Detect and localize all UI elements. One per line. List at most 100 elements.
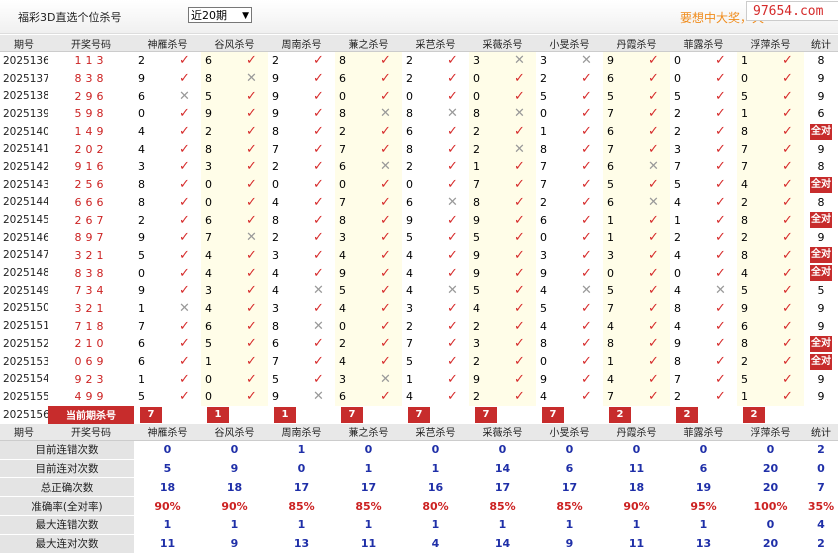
stats-total: 2 xyxy=(804,440,838,460)
current-kill-spacer xyxy=(771,405,804,424)
number-header: 开奖号码 xyxy=(48,423,134,441)
method-header[interactable]: 周南杀号 xyxy=(268,423,335,441)
method-header[interactable]: 蒹之杀号 xyxy=(335,35,402,52)
stats-value: 1 xyxy=(402,515,469,535)
method-header[interactable]: 小旻杀号 xyxy=(536,35,603,52)
check-icon: ✓ xyxy=(570,264,603,282)
check-icon: ✓ xyxy=(302,105,335,123)
kill-value-cell: 7 xyxy=(603,299,637,318)
cross-icon: ✕ xyxy=(503,140,536,159)
method-header[interactable]: 神雁杀号 xyxy=(134,423,201,441)
current-kill-cell: 2 xyxy=(603,405,637,424)
row-stat-cell: 5 xyxy=(817,284,825,298)
kill-value-cell: 8 xyxy=(737,246,771,265)
period-cell: 2025145 xyxy=(3,214,48,227)
check-icon: ✓ xyxy=(235,122,268,141)
method-header[interactable]: 蒹之杀号 xyxy=(335,423,402,441)
method-header[interactable]: 采薇杀号 xyxy=(469,423,536,441)
check-icon: ✓ xyxy=(771,175,804,194)
current-kill-spacer xyxy=(570,405,603,424)
stats-value: 85% xyxy=(268,496,335,516)
table-row: 2025154 923 1 ✓ 0 ✓ 5 ✓ 3 ✕ 1 ✓ 9 ✓ 9 ✓ 4 ✓ 7 ✓ 5 ✓ 9 xyxy=(0,370,838,389)
kill-value-cell: 0 xyxy=(603,264,637,282)
kill-value-cell: 2 xyxy=(469,140,503,159)
row-stat-cell: 9 xyxy=(817,390,825,404)
cross-icon: ✕ xyxy=(503,105,536,123)
stats-value: 13 xyxy=(670,534,737,554)
check-icon: ✓ xyxy=(704,299,737,318)
page-title: 福彩3D直选个位杀号 xyxy=(18,11,122,24)
method-header[interactable]: 周南杀号 xyxy=(268,35,335,52)
period-cell: 2025140 xyxy=(3,125,48,138)
draw-number-cell: 321 xyxy=(74,301,108,315)
method-header[interactable]: 采薇杀号 xyxy=(469,35,536,52)
kill-value-cell: 8 xyxy=(201,140,235,159)
check-icon: ✓ xyxy=(637,175,670,194)
period-cell: 2025137 xyxy=(3,72,48,85)
stat-header: 统计 xyxy=(804,35,838,52)
kill-value-cell: 6 xyxy=(536,211,570,229)
cross-icon: ✕ xyxy=(637,158,670,176)
method-header[interactable]: 谷风杀号 xyxy=(201,35,268,52)
cross-icon: ✕ xyxy=(168,299,201,318)
check-icon: ✓ xyxy=(503,317,536,335)
method-header[interactable]: 浮萍杀号 xyxy=(737,423,804,441)
check-icon: ✓ xyxy=(637,228,670,247)
stats-value: 16 xyxy=(402,477,469,498)
kill-value-cell: 2 xyxy=(469,317,503,335)
row-stat-cell: 全对 xyxy=(804,211,838,229)
stats-value: 1 xyxy=(536,515,603,535)
kill-value-cell: 8 xyxy=(268,122,302,141)
kill-value-cell: 3 xyxy=(134,158,168,176)
kill-value-cell: 1 xyxy=(737,388,771,406)
cross-icon: ✕ xyxy=(235,69,268,88)
kill-value-cell: 1 xyxy=(536,122,570,141)
method-header[interactable]: 丹霞杀号 xyxy=(603,35,670,52)
current-kill-cell: 7 xyxy=(402,405,436,424)
kill-value-cell: 4 xyxy=(670,281,704,300)
check-icon: ✓ xyxy=(436,335,469,353)
method-header[interactable]: 丹霞杀号 xyxy=(603,423,670,441)
check-icon: ✓ xyxy=(503,370,536,389)
stats-value: 11 xyxy=(603,534,670,554)
cross-icon: ✕ xyxy=(302,388,335,406)
check-icon: ✓ xyxy=(369,175,402,194)
kill-value-cell: 1 xyxy=(134,370,168,389)
kill-value-cell: 0 xyxy=(737,69,771,88)
method-header[interactable]: 菲露杀号 xyxy=(670,35,737,52)
draw-number-cell: 923 xyxy=(74,372,108,386)
stats-value: 90% xyxy=(201,496,268,516)
check-icon: ✓ xyxy=(570,370,603,389)
current-kill-cell: 2 xyxy=(737,405,771,424)
row-stat-cell: 全对 xyxy=(804,353,838,371)
draw-number-cell: 267 xyxy=(74,213,108,227)
check-icon: ✓ xyxy=(235,264,268,282)
kill-value-cell: 8 xyxy=(268,211,302,229)
period-cell: 2025139 xyxy=(3,107,48,120)
method-header[interactable]: 小旻杀号 xyxy=(536,423,603,441)
kill-value-cell: 4 xyxy=(603,317,637,335)
check-icon: ✓ xyxy=(570,175,603,194)
table-row: 2025148 838 0 ✓ 4 ✓ 4 ✓ 9 ✓ 4 ✓ 9 ✓ 9 ✓ 0 ✓ 0 ✓ 4 ✓ 全对 xyxy=(0,264,838,282)
method-header[interactable]: 神雁杀号 xyxy=(134,35,201,52)
stats-value: 5 xyxy=(134,459,201,479)
period-range-select[interactable]: 近20期 ▼ xyxy=(188,7,252,23)
check-icon: ✓ xyxy=(235,317,268,335)
check-icon: ✓ xyxy=(637,211,670,229)
stats-value: 14 xyxy=(469,459,536,479)
period-cell: 2025144 xyxy=(3,196,48,209)
method-header[interactable]: 采芑杀号 xyxy=(402,423,469,441)
method-header[interactable]: 浮萍杀号 xyxy=(737,35,804,52)
check-icon: ✓ xyxy=(369,299,402,318)
method-header[interactable]: 谷风杀号 xyxy=(201,423,268,441)
site-logo[interactable]: 97654.com xyxy=(746,1,838,21)
check-icon: ✓ xyxy=(436,140,469,159)
kill-value-cell: 6 xyxy=(402,193,436,212)
kill-value-cell: 4 xyxy=(670,246,704,265)
draw-number-cell: 149 xyxy=(74,125,108,139)
method-header[interactable]: 菲露杀号 xyxy=(670,423,737,441)
period-cell: 2025154 xyxy=(3,373,48,386)
stats-value: 18 xyxy=(201,477,268,498)
method-header[interactable]: 采芑杀号 xyxy=(402,35,469,52)
draw-number-cell: 499 xyxy=(74,390,108,404)
